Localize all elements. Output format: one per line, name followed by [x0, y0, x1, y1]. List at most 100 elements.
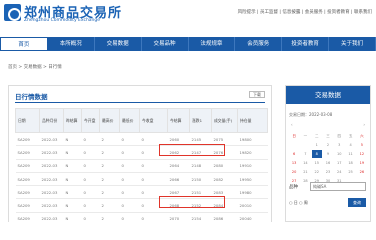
- calendar-day[interactable]: 4: [345, 141, 355, 149]
- table-cell: N: [63, 132, 82, 147]
- calendar-day[interactable]: 20: [289, 168, 299, 176]
- col-header[interactable]: 今开盘: [81, 108, 100, 133]
- calendar-day[interactable]: 15: [312, 159, 322, 167]
- data-table: 日期 品种月份 昨结算 今开盘 最高价 最低价 今收盘 今结算 涨跌1 成交量(…: [15, 108, 268, 222]
- table-cell: 0: [139, 172, 168, 187]
- nav-item-data[interactable]: 交易数据: [95, 37, 142, 51]
- table-cell: 0: [119, 172, 140, 187]
- calendar-day[interactable]: 25: [345, 168, 355, 176]
- calendar-day[interactable]: 9: [323, 150, 333, 158]
- table-cell: 19980: [237, 185, 268, 200]
- col-header[interactable]: 日期: [15, 108, 40, 133]
- table-cell: 2: [99, 159, 120, 173]
- table-cell: SA209: [15, 198, 40, 213]
- table-cell: 2148: [189, 159, 212, 173]
- calendar-day[interactable]: 14: [300, 159, 310, 167]
- col-header[interactable]: 最低价: [119, 108, 140, 133]
- calendar-day[interactable]: 11: [345, 150, 355, 158]
- table-cell: 2: [99, 145, 120, 160]
- table-cell: 0: [139, 212, 168, 222]
- next-month-icon[interactable]: ›: [363, 122, 365, 130]
- nav-item-members[interactable]: 会员服务: [235, 37, 283, 51]
- table-cell: 0: [81, 159, 100, 173]
- col-header[interactable]: 成交量(手): [211, 108, 238, 133]
- table-cell: 20010: [237, 198, 268, 213]
- table-cell: 19950: [237, 172, 268, 187]
- table-cell: 0: [139, 159, 168, 173]
- calendar-day[interactable]: 23: [323, 168, 333, 176]
- table-cell: N: [63, 159, 82, 173]
- page: 郑州商品交易所 Zhengzhou Commodity Exchange 风险提…: [0, 0, 376, 222]
- period-radio[interactable]: ○ 日 ○ 周: [289, 200, 308, 206]
- calendar-day[interactable]: 10: [334, 150, 344, 158]
- nav-item-about[interactable]: 本所概况: [48, 37, 95, 51]
- table-cell: 2086: [211, 212, 238, 222]
- calendar-day[interactable]: 17: [334, 159, 344, 167]
- download-button[interactable]: 下载: [249, 91, 265, 98]
- table-cell: SA209: [15, 132, 40, 147]
- calendar-day[interactable]: 16: [323, 159, 333, 167]
- table-cell: 2: [99, 212, 120, 222]
- col-header[interactable]: 品种月份: [39, 108, 64, 133]
- table-cell: 19800: [237, 132, 268, 147]
- table-cell: 2022-03: [39, 172, 64, 187]
- query-button[interactable]: 查询: [348, 198, 366, 207]
- calendar-day[interactable]: 18: [345, 159, 355, 167]
- calendar-day[interactable]: 22: [312, 168, 322, 176]
- calendar-day[interactable]: 2: [323, 141, 333, 149]
- col-header[interactable]: 今结算: [167, 108, 190, 133]
- table-cell: 0: [81, 172, 100, 187]
- nav-item-rules[interactable]: 法规规章: [189, 37, 236, 51]
- product-select[interactable]: 纯碱SA: [310, 182, 366, 191]
- col-header[interactable]: 最高价: [99, 108, 120, 133]
- highlight-box-bottom: [159, 196, 225, 208]
- col-header[interactable]: 昨结算: [63, 108, 82, 133]
- nav-item-products[interactable]: 交易品种: [142, 37, 189, 51]
- calendar-day[interactable]: 24: [334, 168, 344, 176]
- calendar-day[interactable]: 19: [357, 159, 367, 167]
- calendar-day[interactable]: 3: [334, 141, 344, 149]
- nav-item-contact[interactable]: 关于我们: [329, 37, 376, 51]
- nav-item-home[interactable]: 首页: [0, 37, 48, 51]
- table-cell: 2022-03: [39, 198, 64, 213]
- table-cell: SA209: [15, 159, 40, 173]
- table-row: SA209 2022-03 N 0 2 0 0 2062 2147 2076 19820: [15, 145, 268, 160]
- table-cell: 2022-03: [39, 185, 64, 200]
- calendar-day[interactable]: 7: [300, 150, 310, 158]
- side-panel-title: 交易数据: [286, 86, 370, 104]
- table-cell: 0: [119, 212, 140, 222]
- table-cell: 2080: [211, 159, 238, 173]
- table-row: SA209 2022-03 N 0 2 0 0 2066 2150 2082 19950: [15, 172, 268, 187]
- col-header[interactable]: 今收盘: [139, 108, 168, 133]
- table-cell: 2082: [211, 172, 238, 187]
- table-cell: 0: [119, 198, 140, 213]
- table-cell: 2022-03: [39, 159, 64, 173]
- calendar-day[interactable]: 1: [312, 141, 322, 149]
- table-cell: 2070: [167, 212, 190, 222]
- calendar-weekday: 日: [292, 134, 296, 138]
- table-cell: 2: [99, 198, 120, 213]
- calendar-day[interactable]: 21: [300, 168, 310, 176]
- calendar-day[interactable]: 6: [289, 150, 299, 158]
- nav-item-education[interactable]: 投资者教育: [282, 37, 330, 51]
- calendar-weekday: 二: [314, 134, 319, 138]
- calendar-day[interactable]: 13: [289, 159, 299, 167]
- title-divider: [15, 102, 265, 103]
- table-cell: 2022-03: [39, 132, 64, 147]
- side-panel: 交易数据 交易日期：2022-03-08 ‹ › 日一二三四五六12345678…: [285, 85, 371, 222]
- col-header[interactable]: 持仓量: [237, 108, 268, 133]
- calendar-day[interactable]: 26: [357, 168, 367, 176]
- top-links[interactable]: 风险提示 | 员工监督 | 信息披露 | 会员服务 | 投资者教育 | 联系我们: [238, 9, 372, 15]
- table-cell: 0: [81, 145, 100, 160]
- calendar-day[interactable]: 12: [357, 150, 367, 158]
- table-cell: N: [63, 198, 82, 213]
- table-cell: 0: [119, 145, 140, 160]
- calendar-day[interactable]: 8: [311, 150, 322, 158]
- prev-month-icon[interactable]: ‹: [291, 122, 293, 130]
- breadcrumb[interactable]: 首页 > 交易数据 > 日行情: [8, 64, 62, 70]
- col-header[interactable]: 涨跌1: [189, 108, 212, 133]
- calendar-day[interactable]: 5: [357, 141, 367, 149]
- table-cell: N: [63, 145, 82, 160]
- table-cell: 2022-03: [39, 145, 64, 160]
- table-row: SA209 2022-03 N 0 2 0 0 2070 2154 2086 20040: [15, 212, 268, 222]
